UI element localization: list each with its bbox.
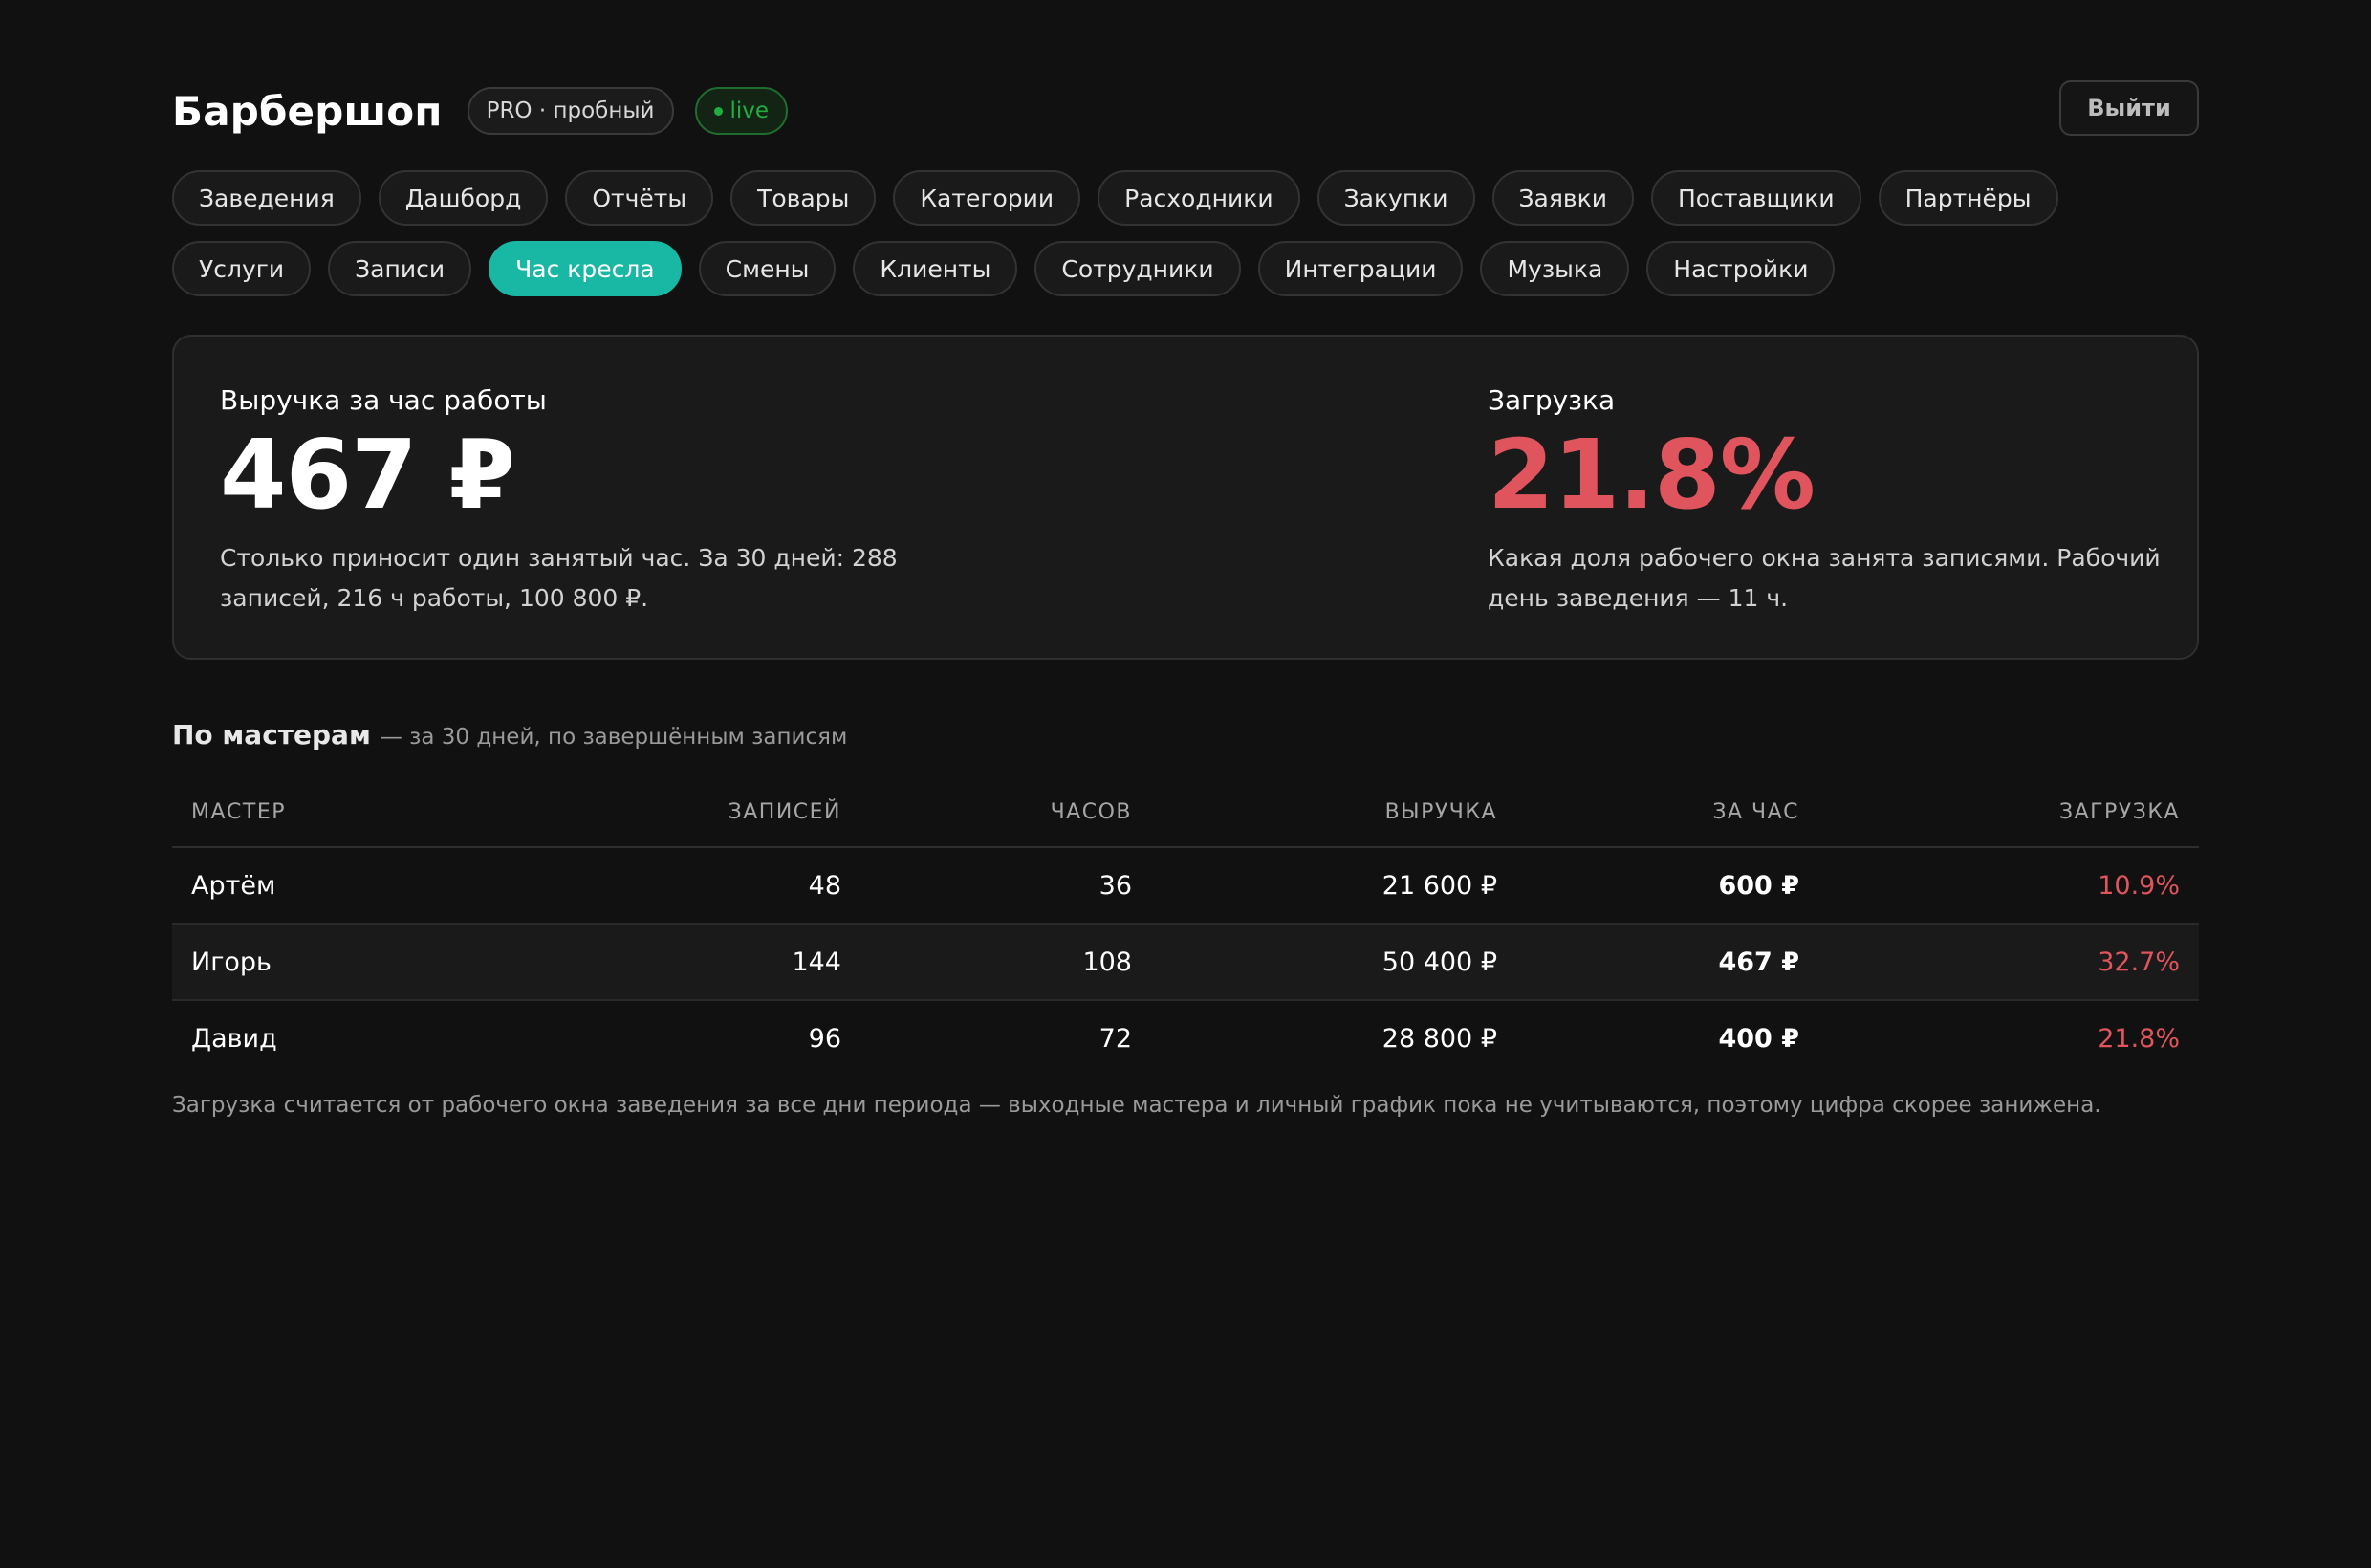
cell-per-hour: 467 ₽ xyxy=(1718,947,1799,977)
tab-purchases[interactable]: Закупки xyxy=(1316,170,1475,226)
live-label: live xyxy=(729,98,770,123)
tab-reports[interactable]: Отчёты xyxy=(565,170,714,226)
cell-hours: 36 xyxy=(1098,870,1132,901)
cell-revenue: 28 800 ₽ xyxy=(1381,1023,1497,1054)
live-status-badge: live xyxy=(694,87,789,135)
column-header-load[interactable]: ЗАГРУЗКА xyxy=(1818,800,2199,824)
kpi-load: Загрузка 21.8% Какая доля рабочего окна … xyxy=(1488,384,2176,619)
cell-records: 144 xyxy=(792,947,841,977)
cell-master: Давид xyxy=(191,1023,277,1054)
cell-hours: 72 xyxy=(1098,1023,1132,1054)
tab-products[interactable]: Товары xyxy=(730,170,877,226)
tab-services[interactable]: Услуги xyxy=(172,241,312,296)
tab-chair-hour[interactable]: Час кресла xyxy=(489,241,682,296)
header: Барбершоп PRO · пробный live Выйти xyxy=(172,0,2199,164)
cell-per-hour: 400 ₽ xyxy=(1718,1023,1799,1054)
cell-per-hour: 600 ₽ xyxy=(1718,870,1799,901)
cell-records: 96 xyxy=(808,1023,841,1054)
cell-master: Артём xyxy=(191,870,276,901)
tab-appointments[interactable]: Записи xyxy=(328,241,472,296)
cell-revenue: 50 400 ₽ xyxy=(1381,947,1497,977)
brand-row: Барбершоп PRO · пробный live xyxy=(172,57,2199,164)
kpi-card: Выручка за час работы 467 ₽ Столько прин… xyxy=(172,335,2199,660)
column-header-records[interactable]: ЗАПИСЕЙ xyxy=(679,800,860,824)
table-row[interactable]: Игорь 144 108 50 400 ₽ 467 ₽ 32.7% xyxy=(172,925,2199,1001)
kpi-revenue-desc-line-2: записей, 216 ч работы, 100 800 ₽. xyxy=(220,584,649,612)
kpi-revenue-per-hour: Выручка за час работы 467 ₽ Столько прин… xyxy=(220,384,927,619)
kpi-load-desc-line-2: день заведения — 11 ч. xyxy=(1488,584,1789,612)
tab-clients[interactable]: Клиенты xyxy=(853,241,1018,296)
kpi-revenue-description: Столько приносит один занятый час. За 30… xyxy=(220,538,927,619)
cell-master: Игорь xyxy=(191,947,272,977)
plan-badge: PRO · пробный xyxy=(467,87,674,135)
kpi-revenue-value: 467 ₽ xyxy=(220,419,515,531)
tab-music[interactable]: Музыка xyxy=(1480,241,1630,296)
section-title: По мастерам xyxy=(172,719,371,751)
table-header: МАСТЕР ЗАПИСЕЙ ЧАСОВ ВЫРУЧКА ЗА ЧАС ЗАГР… xyxy=(172,777,2199,848)
cell-load: 21.8% xyxy=(2098,1023,2180,1054)
live-dot-icon xyxy=(713,106,723,116)
column-header-revenue[interactable]: ВЫРУЧКА xyxy=(1151,800,1516,824)
kpi-load-value: 21.8% xyxy=(1488,419,1816,531)
column-header-per-hour[interactable]: ЗА ЧАС xyxy=(1516,800,1818,824)
masters-table: МАСТЕР ЗАПИСЕЙ ЧАСОВ ВЫРУЧКА ЗА ЧАС ЗАГР… xyxy=(172,777,2199,1076)
tab-partners[interactable]: Партнёры xyxy=(1878,170,2058,226)
nav-tabs: Заведения Дашборд Отчёты Товары Категори… xyxy=(172,170,2199,296)
cell-load: 10.9% xyxy=(2098,870,2180,901)
tab-categories[interactable]: Категории xyxy=(893,170,1081,226)
footnote: Загрузка считается от рабочего окна заве… xyxy=(172,1093,2101,1118)
kpi-load-desc-line-1: Какая доля рабочего окна занята записями… xyxy=(1488,544,2161,572)
section-header: По мастерам — за 30 дней, по завершённым… xyxy=(172,719,2199,751)
cell-load: 32.7% xyxy=(2098,947,2180,977)
tab-staff[interactable]: Сотрудники xyxy=(1034,241,1241,296)
tab-suppliers[interactable]: Поставщики xyxy=(1651,170,1861,226)
logout-button[interactable]: Выйти xyxy=(2059,80,2199,136)
cell-records: 48 xyxy=(808,870,841,901)
tab-shifts[interactable]: Смены xyxy=(698,241,837,296)
tab-establishments[interactable]: Заведения xyxy=(172,170,361,226)
tab-dashboard[interactable]: Дашборд xyxy=(378,170,549,226)
page: Барбершоп PRO · пробный live Выйти Завед… xyxy=(172,0,2199,1118)
kpi-load-title: Загрузка xyxy=(1488,384,1616,416)
kpi-revenue-desc-line-1: Столько приносит один занятый час. За 30… xyxy=(220,544,898,572)
table-row[interactable]: Артём 48 36 21 600 ₽ 600 ₽ 10.9% xyxy=(172,848,2199,925)
tab-requests[interactable]: Заявки xyxy=(1491,170,1634,226)
brand-title: Барбершоп xyxy=(172,87,443,135)
section-subtitle: — за 30 дней, по завершённым записям xyxy=(380,725,848,750)
kpi-revenue-title: Выручка за час работы xyxy=(220,384,547,416)
column-header-master[interactable]: МАСТЕР xyxy=(172,800,679,824)
tab-consumables[interactable]: Расходники xyxy=(1098,170,1300,226)
cell-hours: 108 xyxy=(1082,947,1132,977)
table-row[interactable]: Давид 96 72 28 800 ₽ 400 ₽ 21.8% xyxy=(172,1001,2199,1076)
kpi-load-description: Какая доля рабочего окна занята записями… xyxy=(1488,538,2176,619)
tab-integrations[interactable]: Интеграции xyxy=(1257,241,1464,296)
column-header-hours[interactable]: ЧАСОВ xyxy=(860,800,1151,824)
tab-settings[interactable]: Настройки xyxy=(1646,241,1836,296)
cell-revenue: 21 600 ₽ xyxy=(1381,870,1497,901)
